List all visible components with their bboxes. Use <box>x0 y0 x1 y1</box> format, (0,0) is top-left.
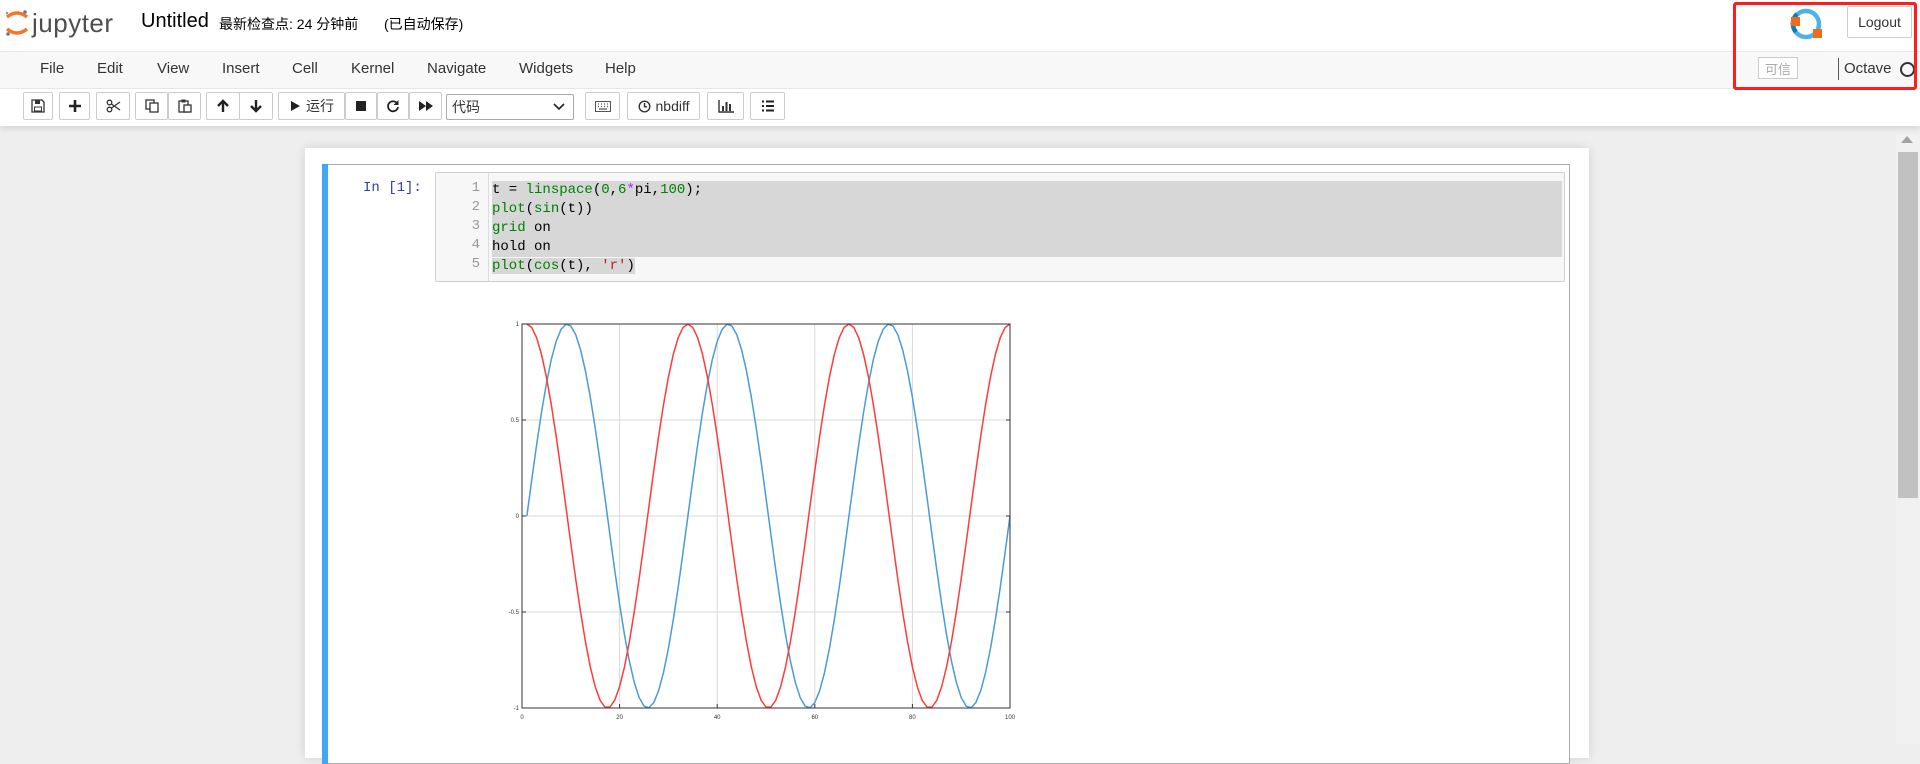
line-number: 2 <box>471 199 480 215</box>
x-tick-label: 20 <box>616 715 623 721</box>
line-number: 4 <box>471 237 480 253</box>
code-lines: t = linspace(0,6*pi,100); plot(sin(t)) g… <box>492 181 1562 276</box>
menu-help[interactable]: Help <box>605 60 636 77</box>
plus-icon <box>68 100 81 112</box>
arrow-up-icon <box>217 99 229 112</box>
scissors-icon <box>106 99 120 113</box>
line-number: 1 <box>471 180 480 196</box>
menu-view[interactable]: View <box>157 60 189 77</box>
chart-button[interactable] <box>707 92 744 120</box>
highlight-box <box>1733 2 1917 90</box>
paste-button[interactable] <box>168 92 201 120</box>
menu-widgets[interactable]: Widgets <box>519 60 573 77</box>
stop-icon <box>356 101 366 111</box>
menu-kernel[interactable]: Kernel <box>351 60 394 77</box>
restart-run-all-button[interactable] <box>409 92 442 120</box>
code-line-5: plot(cos(t), 'r') <box>492 258 635 274</box>
table-of-contents-button[interactable] <box>750 92 785 120</box>
selected-cell-indicator <box>322 164 328 764</box>
jupyter-logo[interactable]: jupyter <box>4 6 114 40</box>
run-button[interactable]: 运行 <box>278 92 345 120</box>
cell-type-value: 代码 <box>452 99 480 115</box>
fast-forward-icon <box>418 101 433 111</box>
code-line-1: t = linspace(0,6*pi,100); <box>492 181 1562 200</box>
code-line-3: grid on <box>492 219 1562 238</box>
keyboard-icon <box>594 100 611 112</box>
menu-file[interactable]: File <box>40 60 64 77</box>
clock-icon <box>637 99 651 113</box>
menu-edit[interactable]: Edit <box>97 60 123 77</box>
y-tick-label: 0 <box>516 514 520 520</box>
menu-navigate[interactable]: Navigate <box>427 60 486 77</box>
toolbar: 运行 代码 nbdiff <box>0 90 1920 124</box>
y-tick-label: 1 <box>516 322 520 328</box>
x-tick-label: 100 <box>1005 715 1016 721</box>
code-editor[interactable]: 1 2 3 4 5 t = linspace(0,6*pi,100); plot… <box>435 172 1565 282</box>
nbdiff-button[interactable]: nbdiff <box>627 92 700 120</box>
chevron-down-icon <box>553 103 565 111</box>
input-prompt: In [1]: <box>363 180 422 196</box>
cell-type-select[interactable]: 代码 <box>446 94 574 120</box>
x-tick-label: 60 <box>811 715 818 721</box>
move-up-button[interactable] <box>206 92 240 120</box>
notebook-header: jupyter Untitled 最新检查点: 24 分钟前 (已自动保存) L… <box>0 0 1920 126</box>
arrow-down-icon <box>250 100 262 113</box>
menubar: File Edit View Insert Cell Kernel Naviga… <box>0 51 1920 89</box>
x-tick-label: 40 <box>714 715 721 721</box>
y-tick-label: -1 <box>514 706 520 712</box>
bar-chart-icon <box>717 99 734 113</box>
save-button[interactable] <box>23 92 53 120</box>
nbdiff-label: nbdiff <box>655 98 690 114</box>
y-tick-label: 0.5 <box>511 418 520 424</box>
paste-icon <box>177 99 192 113</box>
save-icon <box>31 99 45 113</box>
autosave-status: (已自动保存) <box>384 16 464 32</box>
scroll-up-arrow-icon[interactable] <box>1901 136 1913 143</box>
logo-text: jupyter <box>32 7 114 38</box>
title-row: jupyter Untitled 最新检查点: 24 分钟前 (已自动保存) L… <box>0 0 1920 48</box>
move-down-button[interactable] <box>239 92 273 120</box>
line-number-gutter: 1 2 3 4 5 <box>436 173 489 281</box>
scrollbar-thumb[interactable] <box>1898 152 1918 498</box>
line-plot: 0 20 40 60 80 100 1 0.5 0 -0.5 -1 <box>509 322 1016 721</box>
x-tick-label: 80 <box>909 715 916 721</box>
menu-cell[interactable]: Cell <box>292 60 318 77</box>
y-tick-label: -0.5 <box>509 610 520 616</box>
copy-button[interactable] <box>135 92 168 120</box>
notebook-name[interactable]: Untitled <box>141 10 209 33</box>
command-palette-button[interactable] <box>585 92 620 120</box>
line-number: 3 <box>471 218 480 234</box>
interrupt-button[interactable] <box>345 92 377 120</box>
x-tick-label: 0 <box>520 715 524 721</box>
copy-icon <box>144 99 159 113</box>
list-icon <box>761 100 774 112</box>
cut-button[interactable] <box>96 92 130 120</box>
restart-button[interactable] <box>377 92 409 120</box>
code-line-2: plot(sin(t)) <box>492 200 1562 219</box>
line-number: 5 <box>471 256 480 272</box>
run-label: 运行 <box>306 98 334 114</box>
restart-icon <box>387 100 399 113</box>
checkpoint-status: 最新检查点: 24 分钟前 <box>219 16 359 32</box>
cell-output: 0 20 40 60 80 100 1 0.5 0 -0.5 -1 <box>508 318 1028 728</box>
code-line-4: hold on <box>492 238 1562 257</box>
insert-cell-button[interactable] <box>59 92 90 120</box>
menu-insert[interactable]: Insert <box>222 60 260 77</box>
play-icon <box>291 101 300 111</box>
jupyter-logo-icon <box>5 10 29 36</box>
